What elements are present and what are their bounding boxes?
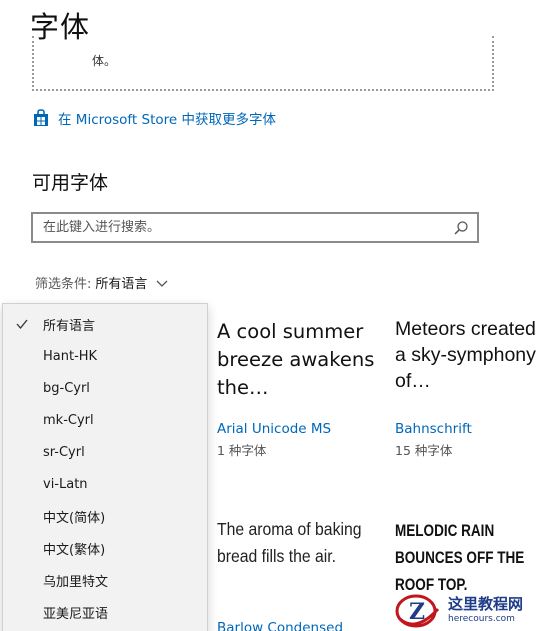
font-name-bahnschrift[interactable]: Bahnschrift: [395, 421, 472, 437]
search-input[interactable]: [33, 214, 453, 241]
settings-fonts-page: 字体 体。 在 Microsoft Store 中获取更多字体 可用字体 筛选条…: [0, 0, 541, 631]
dropdown-item[interactable]: 中文(简体): [3, 500, 207, 532]
font-preview-arial[interactable]: A cool summer breeze awakens the…: [217, 318, 377, 402]
font-preview-bebas[interactable]: MELODIC RAIN BOUNCES OFF THE ROOF TOP.: [395, 518, 534, 599]
font-preview-barlow[interactable]: The aroma of baking bread fills the air.: [217, 516, 370, 570]
watermark-url: herecours.com: [448, 613, 515, 624]
dropdown-item-label: mk-Cyrl: [43, 412, 94, 428]
dropdown-item-label: sr-Cyrl: [43, 444, 85, 460]
dropdown-item-label: bg-Cyrl: [43, 380, 90, 396]
dropdown-item[interactable]: bg-Cyrl: [3, 372, 207, 404]
filter-value[interactable]: 所有语言: [95, 273, 147, 292]
watermark-title: 这里教程网: [448, 594, 524, 613]
available-fonts-heading: 可用字体: [32, 172, 109, 194]
dropdown-item-label: Hant-HK: [43, 348, 98, 364]
store-bag-icon: [34, 109, 48, 126]
font-preview-bebas-text: MELODIC RAIN BOUNCES OFF THE ROOF TOP.: [395, 522, 525, 594]
dropdown-item[interactable]: 中文(繁体): [3, 532, 207, 564]
language-dropdown[interactable]: 所有语言 Hant-HK bg-Cyrl mk-Cyrl sr-Cyrl vi-…: [2, 303, 208, 631]
dropdown-item[interactable]: 所有语言: [3, 308, 207, 340]
watermark: Z 这里教程网 herecours.com: [394, 588, 541, 631]
language-filter[interactable]: 筛选条件: 所有语言: [35, 273, 169, 292]
drop-zone-text: 体。: [92, 54, 117, 68]
font-name-arial[interactable]: Arial Unicode MS: [217, 421, 331, 437]
font-search-box[interactable]: [31, 212, 479, 243]
font-count-bahnschrift: 15 种字体: [395, 443, 453, 458]
dropdown-item[interactable]: vi-Latn: [3, 468, 207, 500]
dropdown-item[interactable]: 乌加里特文: [3, 564, 207, 596]
dropdown-item-label: 所有语言: [43, 318, 96, 334]
dropdown-item-label: 中文(简体): [43, 510, 106, 526]
font-preview-bahnschrift[interactable]: Meteors created a sky-symphony of…: [395, 316, 541, 394]
watermark-logo-icon: Z: [395, 594, 440, 627]
dropdown-item[interactable]: sr-Cyrl: [3, 436, 207, 468]
dropdown-item-label: 中文(繁体): [43, 542, 106, 558]
dropdown-item[interactable]: mk-Cyrl: [3, 404, 207, 436]
dropdown-item-label: vi-Latn: [43, 476, 88, 492]
checkmark-icon: [16, 319, 28, 330]
svg-text:Z: Z: [409, 599, 425, 625]
font-count-arial: 1 种字体: [217, 443, 267, 458]
microsoft-store-link[interactable]: 在 Microsoft Store 中获取更多字体: [32, 108, 276, 128]
font-name-barlow[interactable]: Barlow Condensed: [217, 620, 343, 631]
font-drop-zone[interactable]: 体。: [32, 36, 494, 91]
dropdown-item[interactable]: Hant-HK: [3, 340, 207, 372]
dropdown-item-label: 乌加里特文: [43, 574, 109, 590]
filter-label: 筛选条件:: [35, 277, 92, 292]
dropdown-item[interactable]: 亚美尼亚语: [3, 596, 207, 628]
dropdown-item-label: 亚美尼亚语: [43, 606, 109, 622]
store-link-label[interactable]: 在 Microsoft Store 中获取更多字体: [58, 108, 276, 128]
search-icon[interactable]: [453, 220, 469, 236]
chevron-down-icon[interactable]: [155, 278, 169, 288]
